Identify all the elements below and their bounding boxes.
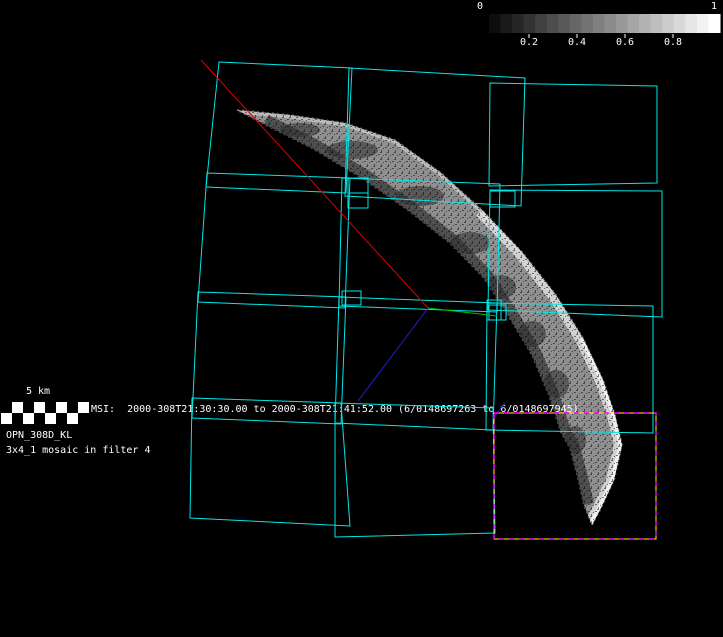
observation-id: OPN_308D_KL [6, 430, 73, 441]
colorbar-tick-label: 0.4 [567, 37, 587, 48]
msi-status-line: MSI: 2000-308T21:30:30.00 to 2000-308T21… [91, 404, 579, 415]
colorbar-max-label: 1 [711, 1, 718, 12]
colorbar-tick-label: 0.6 [615, 37, 635, 48]
mosaic-description: 3x4_1 mosaic in filter 4 [6, 445, 151, 456]
colorbar-tick-label: 0.8 [663, 37, 683, 48]
scale-bar-label: 5 km [26, 386, 51, 397]
main-display[interactable]: 0 1 5 km MSI: 2000-308T21:30:30.00 to 20… [0, 0, 723, 637]
colorbar-tick-label: 0.2 [519, 37, 539, 48]
annotation-text-layer: 0 1 5 km MSI: 2000-308T21:30:30.00 to 20… [0, 0, 723, 637]
colorbar-min-label: 0 [477, 1, 484, 12]
